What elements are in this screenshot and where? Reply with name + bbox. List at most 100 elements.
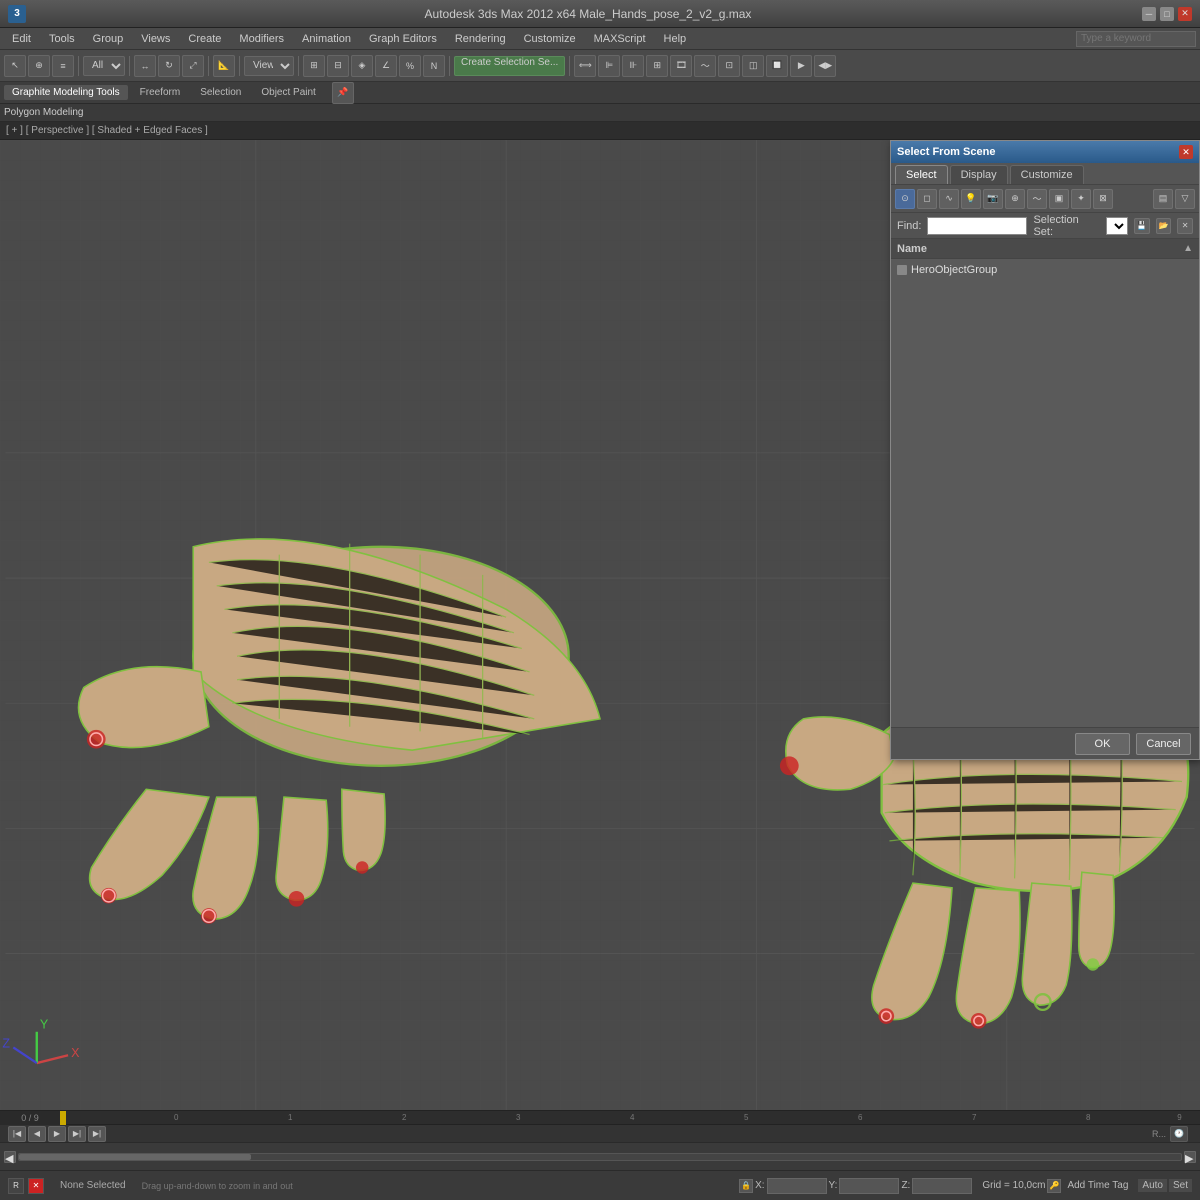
menu-graph-editors[interactable]: Graph Editors — [361, 31, 445, 47]
keyword-search[interactable] — [1076, 31, 1196, 47]
graphite-tab-freeform[interactable]: Freeform — [132, 85, 189, 100]
toolbar-pct[interactable]: % — [399, 55, 421, 77]
toolbar-move[interactable]: ↔ — [134, 55, 156, 77]
key-icon[interactable]: 🔑 — [1047, 1179, 1061, 1193]
goto-end-btn[interactable]: ▶| — [88, 1126, 106, 1142]
toolbar-track[interactable]: 🎞 — [670, 55, 692, 77]
dialog-tab-select[interactable]: Select — [895, 165, 948, 184]
prev-frame-btn[interactable]: ◀ — [28, 1126, 46, 1142]
toolbar-align[interactable]: ⊫ — [598, 55, 620, 77]
dtool-sel-del[interactable]: ✕ — [1177, 218, 1193, 234]
viewport[interactable]: X Y Z Select From Scene ✕ Select Display… — [0, 140, 1200, 1110]
dtool-helpers[interactable]: ⊕ — [1005, 189, 1025, 209]
dtool-spacewarps[interactable]: 〜 — [1027, 189, 1047, 209]
dtool-cameras[interactable]: 📷 — [983, 189, 1003, 209]
toolbar-select2[interactable]: ⊕ — [28, 55, 50, 77]
status-icon1[interactable]: R — [8, 1178, 24, 1194]
toolbar-select3[interactable]: ≡ — [52, 55, 74, 77]
dtool-geometry[interactable]: ◻ — [917, 189, 937, 209]
dtool-sel-save[interactable]: 💾 — [1134, 218, 1150, 234]
menu-customize[interactable]: Customize — [516, 31, 584, 47]
dialog-tab-display[interactable]: Display — [950, 165, 1008, 184]
toolbar-render-setup[interactable]: 🔲 — [766, 55, 788, 77]
toolbar-ref-coord[interactable]: 📐 — [213, 55, 235, 77]
toolbar-align2[interactable]: ⊪ — [622, 55, 644, 77]
menu-create[interactable]: Create — [180, 31, 229, 47]
lock-icon[interactable]: 🔒 — [739, 1179, 753, 1193]
maximize-button[interactable]: □ — [1160, 7, 1174, 21]
polygon-bar: Polygon Modeling — [0, 104, 1200, 122]
selection-type-dropdown[interactable]: All — [83, 56, 125, 76]
toolbar-layer[interactable]: ⊞ — [646, 55, 668, 77]
dialog-close-button[interactable]: ✕ — [1179, 145, 1193, 159]
x-input[interactable] — [767, 1178, 827, 1194]
menu-views[interactable]: Views — [133, 31, 178, 47]
create-selection-btn[interactable]: Create Selection Se... — [454, 56, 565, 76]
cancel-button[interactable]: Cancel — [1136, 733, 1191, 755]
toolbar-schematic[interactable]: ⊡ — [718, 55, 740, 77]
status-message: None Selected — [60, 1180, 126, 1191]
dialog-object-list[interactable]: HeroObjectGroup — [891, 259, 1199, 727]
toolbar-material[interactable]: ◫ — [742, 55, 764, 77]
timeline-track[interactable]: 0 / 9 0 1 2 3 4 5 6 7 8 9 — [0, 1111, 1200, 1124]
toolbar-render[interactable]: ▶ — [790, 55, 812, 77]
viewport-label: [ + ] [ Perspective ] [ Shaded + Edged F… — [0, 122, 1200, 140]
menu-group[interactable]: Group — [85, 31, 132, 47]
timeline-scrollbar-thumb[interactable] — [19, 1154, 251, 1160]
play-btn[interactable]: ▶ — [48, 1126, 66, 1142]
find-row: Find: Selection Set: 💾 📂 ✕ — [891, 213, 1199, 239]
goto-start-btn[interactable]: |◀ — [8, 1126, 26, 1142]
view-dropdown[interactable]: View — [244, 56, 294, 76]
dtool-filter[interactable]: ▽ — [1175, 189, 1195, 209]
main-area: X Y Z Select From Scene ✕ Select Display… — [0, 140, 1200, 1110]
graphite-pin[interactable]: 📌 — [332, 82, 354, 104]
menu-help[interactable]: Help — [656, 31, 695, 47]
toolbar-scale[interactable]: ⤢ — [182, 55, 204, 77]
scroll-left-btn[interactable]: ◀ — [4, 1151, 16, 1163]
find-input[interactable] — [927, 217, 1027, 235]
dtool-sel-load[interactable]: 📂 — [1156, 218, 1172, 234]
toolbar-mirror[interactable]: ⟺ — [574, 55, 596, 77]
time-config-btn[interactable]: 🕐 — [1170, 1126, 1188, 1142]
dtool-shapes[interactable]: ∿ — [939, 189, 959, 209]
next-frame-btn[interactable]: ▶| — [68, 1126, 86, 1142]
timeline-scrollbar[interactable]: ◀ ▶ — [0, 1142, 1200, 1170]
list-item[interactable]: HeroObjectGroup — [891, 261, 1199, 279]
graphite-tab-selection[interactable]: Selection — [192, 85, 249, 100]
close-button[interactable]: ✕ — [1178, 7, 1192, 21]
dialog-title: Select From Scene — [897, 146, 995, 158]
menu-modifiers[interactable]: Modifiers — [231, 31, 292, 47]
dtool-groups[interactable]: ▣ — [1049, 189, 1069, 209]
toolbar-snap[interactable]: ⊞ — [303, 55, 325, 77]
toolbar-select[interactable]: ↖ — [4, 55, 26, 77]
status-icon2[interactable]: ✕ — [28, 1178, 44, 1194]
toolbar-render2[interactable]: ◀▶ — [814, 55, 836, 77]
toolbar-snap2[interactable]: ⊟ — [327, 55, 349, 77]
minimize-button[interactable]: ─ — [1142, 7, 1156, 21]
toolbar-snap3[interactable]: ◈ — [351, 55, 373, 77]
sep4 — [239, 56, 240, 76]
menu-maxscript[interactable]: MAXScript — [586, 31, 654, 47]
toolbar-curve[interactable]: 〜 — [694, 55, 716, 77]
toolbar-spinner[interactable]: N — [423, 55, 445, 77]
dtool-options[interactable]: ▤ — [1153, 189, 1173, 209]
scroll-right-btn[interactable]: ▶ — [1184, 1151, 1196, 1163]
dtool-lights[interactable]: 💡 — [961, 189, 981, 209]
toolbar-angle[interactable]: ∠ — [375, 55, 397, 77]
graphite-tab-modeling[interactable]: Graphite Modeling Tools — [4, 85, 128, 100]
selection-set-dropdown[interactable] — [1106, 217, 1128, 235]
dtool-select-all[interactable]: ⊙ — [895, 189, 915, 209]
y-input[interactable] — [839, 1178, 899, 1194]
menu-tools[interactable]: Tools — [41, 31, 83, 47]
menu-edit[interactable]: Edit — [4, 31, 39, 47]
graphite-tab-objectpaint[interactable]: Object Paint — [253, 85, 323, 100]
dtool-xrefs[interactable]: ✦ — [1071, 189, 1091, 209]
menu-animation[interactable]: Animation — [294, 31, 359, 47]
menu-rendering[interactable]: Rendering — [447, 31, 514, 47]
timeline-scrollbar-track[interactable] — [18, 1153, 1182, 1161]
toolbar-rotate[interactable]: ↻ — [158, 55, 180, 77]
z-input[interactable] — [912, 1178, 972, 1194]
dtool-bones[interactable]: ⊠ — [1093, 189, 1113, 209]
dialog-tab-customize[interactable]: Customize — [1010, 165, 1084, 184]
ok-button[interactable]: OK — [1075, 733, 1130, 755]
